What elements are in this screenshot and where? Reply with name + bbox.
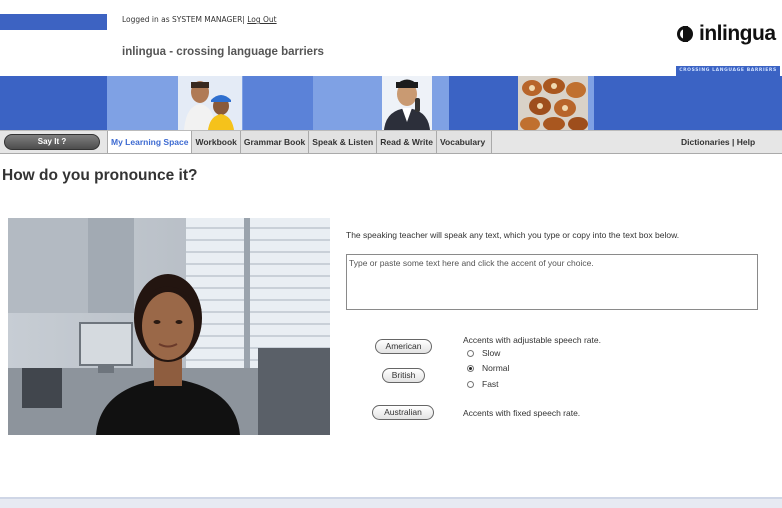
login-status: Logged in as SYSTEM MANAGER| Log Out [122, 15, 277, 24]
banner-tagline: CROSSING LANGUAGE BARRIERS [676, 66, 780, 76]
british-accent-button[interactable]: British [382, 368, 425, 383]
radio-slow[interactable] [467, 349, 474, 357]
adjustable-rate-note: Accents with adjustable speech rate. [463, 335, 601, 345]
tab-workbook[interactable]: Workbook [192, 131, 241, 153]
bottom-bar [0, 499, 782, 508]
page-title: How do you pronounce it? [2, 167, 198, 184]
logo-text: inlingua [699, 22, 776, 45]
inlingua-logo-icon [676, 24, 696, 44]
nav-separator: | [729, 137, 737, 147]
inlingua-logo[interactable]: inlingua [676, 22, 776, 46]
tab-my-learning-space[interactable]: My Learning Space [107, 131, 193, 153]
banner-photo-couple [178, 76, 242, 130]
header-blue-strip [0, 14, 107, 30]
login-text: Logged in as SYSTEM MANAGER| [122, 15, 245, 24]
dictionaries-link[interactable]: Dictionaries [681, 137, 730, 147]
rate-slow-label: Slow [482, 348, 501, 358]
american-accent-button[interactable]: American [375, 339, 432, 354]
rate-slow-option[interactable]: Slow [467, 348, 500, 358]
tab-read-write[interactable]: Read & Write [377, 131, 437, 153]
rate-normal-option[interactable]: Normal [467, 363, 509, 373]
help-link[interactable]: Help [737, 137, 755, 147]
radio-normal[interactable] [467, 364, 474, 372]
radio-fast[interactable] [467, 380, 474, 388]
site-tagline: inlingua - crossing language barriers [122, 46, 324, 58]
fixed-rate-note: Accents with fixed speech rate. [463, 408, 581, 418]
intro-text: The speaking teacher will speak any text… [346, 230, 680, 240]
main-tabs: My Learning Space Workbook Grammar Book … [107, 131, 492, 153]
rate-fast-option[interactable]: Fast [467, 379, 499, 389]
tab-speak-listen[interactable]: Speak & Listen [309, 131, 378, 153]
speaking-teacher-image [8, 218, 330, 435]
rate-fast-label: Fast [482, 379, 499, 389]
nav-utility-links: Dictionaries | Help [681, 131, 755, 153]
tab-vocabulary[interactable]: Vocabulary [436, 131, 492, 153]
rate-normal-label: Normal [482, 363, 510, 373]
logout-link[interactable]: Log Out [247, 15, 276, 24]
australian-accent-button[interactable]: Australian [372, 405, 434, 420]
banner-photo-food [518, 76, 588, 130]
speech-text-input[interactable] [346, 254, 758, 310]
banner-photo-man [382, 76, 432, 130]
tab-grammar-book[interactable]: Grammar Book [240, 131, 310, 153]
say-it-button[interactable]: Say It ? [4, 134, 100, 150]
